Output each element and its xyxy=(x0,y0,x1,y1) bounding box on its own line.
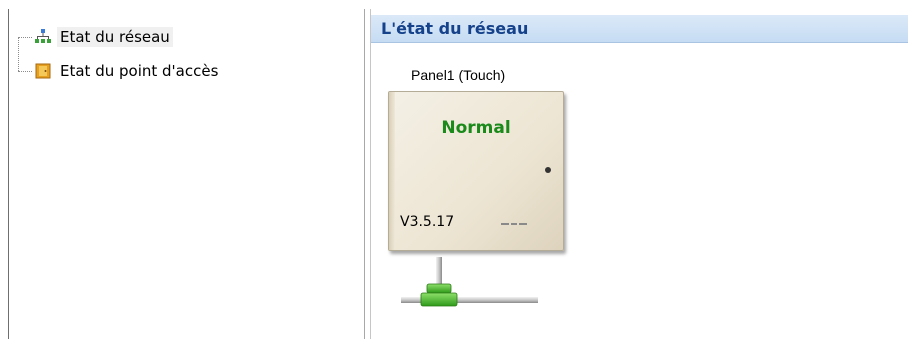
firmware-version: V3.5.17 xyxy=(400,214,455,230)
panel-header: L'état du réseau xyxy=(371,15,908,43)
tree-panel: Etat du réseau Etat du point d'accès xyxy=(8,9,365,339)
tree-connector-vertical xyxy=(18,37,19,71)
tree-connector-horizontal xyxy=(18,71,32,72)
tree-item-access-point-status[interactable]: Etat du point d'accès xyxy=(35,59,221,83)
device-status: Normal xyxy=(441,118,511,138)
network-status-panel: L'état du réseau Panel1 (Touch) Normal V… xyxy=(370,9,908,339)
controller-device[interactable]: Normal V3.5.17 xyxy=(388,91,564,251)
tree-item-label: Etat du point d'accès xyxy=(60,62,219,80)
brand-logo-icon xyxy=(501,223,527,226)
page-title: L'état du réseau xyxy=(381,19,529,38)
tree-item-network-status[interactable]: Etat du réseau xyxy=(35,25,173,49)
tree-item-label: Etat du réseau xyxy=(57,27,173,47)
network-icon xyxy=(35,29,51,45)
door-icon xyxy=(35,63,51,79)
device-name: Panel1 (Touch) xyxy=(411,67,506,83)
status-led-icon xyxy=(545,167,551,173)
network-connection-icon xyxy=(401,254,541,314)
tree-connector-horizontal xyxy=(18,37,32,38)
